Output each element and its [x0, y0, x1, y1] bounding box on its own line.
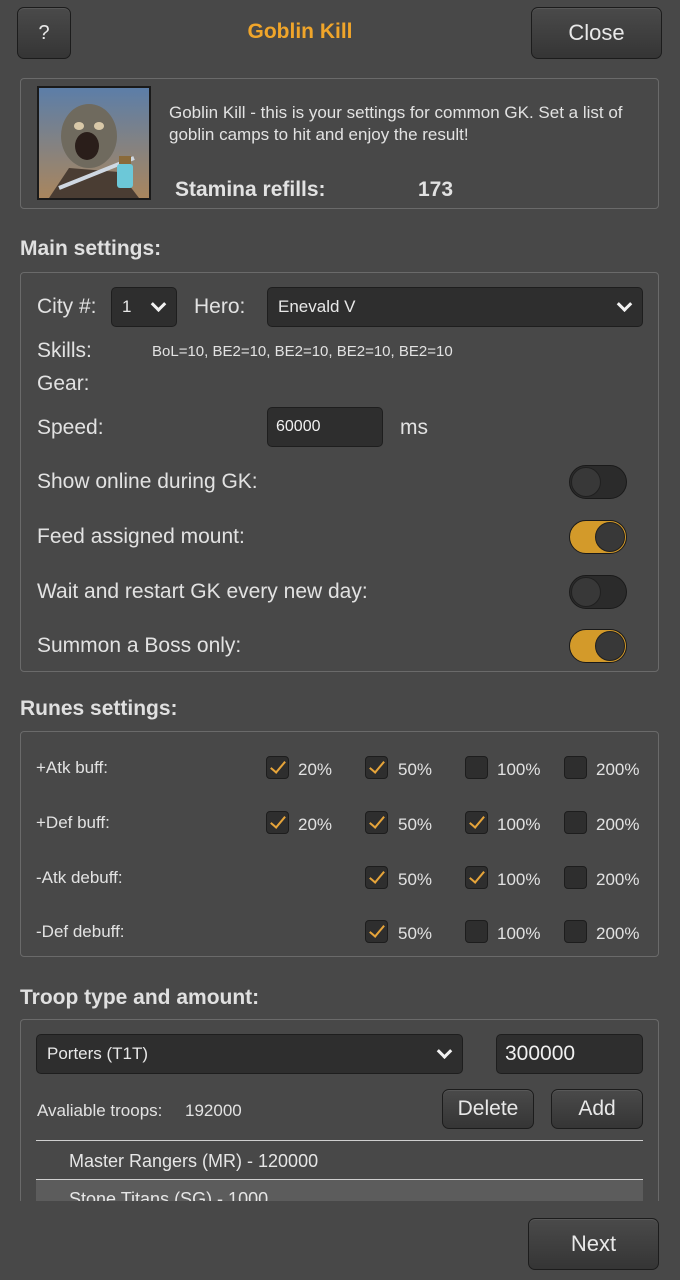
checkbox-label: 100% [497, 760, 541, 779]
rune-label-def-debuff: -Def debuff: [36, 922, 125, 941]
rune-label-def-buff: +Def buff: [36, 813, 110, 832]
checkbox-atk-buff-200[interactable] [564, 756, 587, 779]
checkbox-def-debuff-100[interactable] [465, 920, 488, 943]
main-settings-title: Main settings: [20, 237, 162, 260]
check-icon [270, 757, 286, 774]
stamina-value: 173 [418, 178, 454, 201]
city-select-value: 1 [122, 297, 132, 316]
troop-list-clip: Stone Titans (SG) - 1000 [36, 1180, 643, 1201]
check-icon [469, 812, 485, 829]
checkbox-label: 200% [596, 815, 640, 834]
restart-daily-toggle[interactable] [569, 575, 627, 609]
speed-input[interactable]: 60000 [267, 407, 383, 447]
checkbox-atk-buff-20[interactable] [266, 756, 289, 779]
check-icon [270, 812, 286, 829]
toggle-knob [571, 467, 601, 497]
chevron-down-icon [616, 296, 633, 313]
add-button[interactable]: Add [551, 1089, 643, 1129]
checkbox-atk-buff-100[interactable] [465, 756, 488, 779]
toggle-label-show-online: Show online during GK: [37, 470, 258, 493]
checkbox-atk-debuff-200[interactable] [564, 866, 587, 889]
checkbox-def-buff-50[interactable] [365, 811, 388, 834]
checkbox-label: 50% [398, 870, 433, 889]
troop-list-item-label: Stone Titans (SG) - 1000 [69, 1189, 269, 1201]
skills-label: Skills: [37, 339, 92, 362]
available-troops-label: Avaliable troops: [37, 1101, 163, 1120]
toggle-label-boss-only: Summon a Boss only: [37, 634, 242, 657]
runes-settings-title: Runes settings: [20, 697, 178, 720]
checkbox-label: 50% [398, 924, 433, 943]
rune-label-atk-buff: +Atk buff: [36, 758, 108, 777]
checkbox-atk-debuff-100[interactable] [465, 866, 488, 889]
checkbox-label: 20% [298, 760, 333, 779]
toggle-label-restart-daily: Wait and restart GK every new day: [37, 580, 368, 603]
list-divider [36, 1140, 643, 1141]
skills-value: BoL=10, BE2=10, BE2=10, BE2=10, BE2=10 [152, 343, 453, 360]
checkbox-label: 100% [497, 924, 541, 943]
checkbox-label: 20% [298, 815, 333, 834]
available-troops-value: 192000 [185, 1101, 242, 1120]
check-icon [369, 812, 385, 829]
checkbox-label: 100% [497, 870, 541, 889]
hero-label: Hero: [194, 295, 246, 318]
chevron-down-icon [436, 1043, 453, 1060]
check-icon [469, 867, 485, 884]
checkbox-atk-buff-50[interactable] [365, 756, 388, 779]
check-icon [369, 921, 385, 938]
speed-unit: ms [400, 416, 428, 439]
troop-type-select[interactable]: Porters (T1T) [36, 1034, 463, 1074]
rune-label-atk-debuff: -Atk debuff: [36, 868, 123, 887]
checkbox-label: 200% [596, 870, 640, 889]
troop-type-value: Porters (T1T) [47, 1044, 149, 1063]
troop-amount-input[interactable]: 300000 [496, 1034, 643, 1074]
toggle-knob [595, 522, 625, 552]
intro-description: Goblin Kill - this is your settings for … [169, 103, 623, 144]
troop-list-item[interactable]: Master Rangers (MR) - 120000 [36, 1142, 643, 1180]
show-online-toggle[interactable] [569, 465, 627, 499]
check-icon [369, 757, 385, 774]
chevron-down-icon [150, 296, 167, 313]
speed-label: Speed: [37, 416, 104, 439]
boss-only-toggle[interactable] [569, 629, 627, 663]
goblin-avatar-image [37, 86, 151, 200]
city-select[interactable]: 1 [111, 287, 177, 327]
help-button[interactable]: ? [17, 7, 71, 59]
stamina-label: Stamina refills: [175, 178, 326, 201]
checkbox-def-debuff-50[interactable] [365, 920, 388, 943]
next-button[interactable]: Next [528, 1218, 659, 1270]
toggle-label-feed-mount: Feed assigned mount: [37, 525, 245, 548]
hero-select-value: Enevald V [278, 297, 356, 316]
troops-title: Troop type and amount: [20, 986, 260, 1009]
delete-button[interactable]: Delete [442, 1089, 534, 1129]
checkbox-def-buff-200[interactable] [564, 811, 587, 834]
checkbox-label: 200% [596, 760, 640, 779]
checkbox-label: 200% [596, 924, 640, 943]
close-button[interactable]: Close [531, 7, 662, 59]
hero-select[interactable]: Enevald V [267, 287, 643, 327]
toggle-knob [595, 631, 625, 661]
checkbox-atk-debuff-50[interactable] [365, 866, 388, 889]
toggle-knob [571, 577, 601, 607]
checkbox-label: 100% [497, 815, 541, 834]
page-title: Goblin Kill [247, 20, 353, 43]
feed-mount-toggle[interactable] [569, 520, 627, 554]
checkbox-def-debuff-200[interactable] [564, 920, 587, 943]
troop-list-item-selected[interactable]: Stone Titans (SG) - 1000 [36, 1180, 643, 1201]
troop-list-item-label: Master Rangers (MR) - 120000 [69, 1151, 319, 1171]
checkbox-def-buff-20[interactable] [266, 811, 289, 834]
checkbox-label: 50% [398, 760, 433, 779]
check-icon [369, 867, 385, 884]
checkbox-label: 50% [398, 815, 433, 834]
city-label: City #: [37, 295, 97, 318]
checkbox-def-buff-100[interactable] [465, 811, 488, 834]
gear-label: Gear: [37, 372, 90, 395]
